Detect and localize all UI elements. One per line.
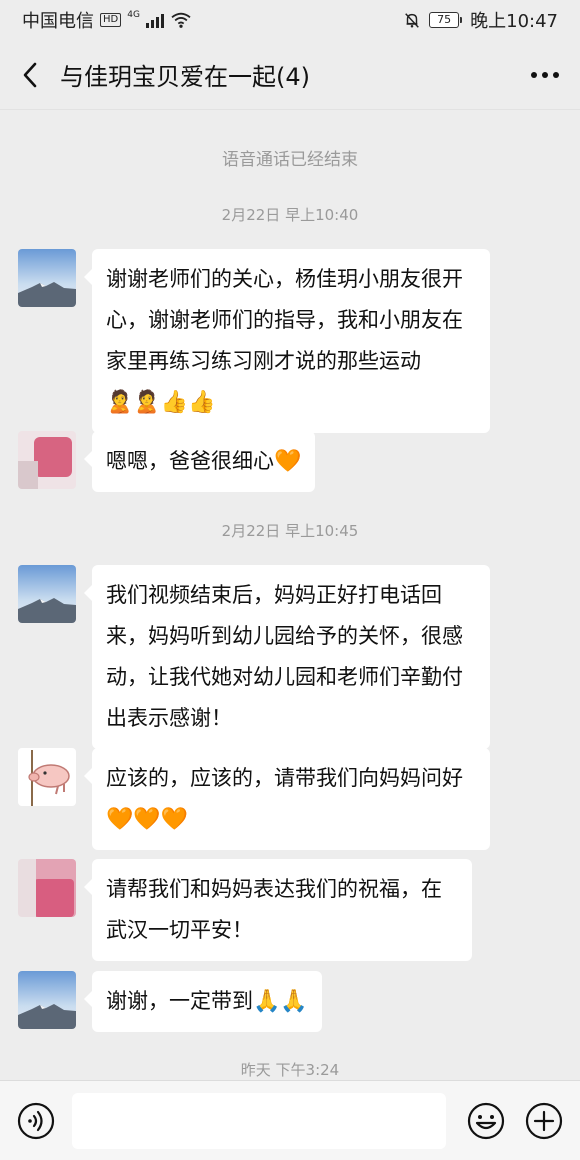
heart-emoji: 🧡: [274, 449, 302, 474]
message-text: 嗯嗯，爸爸很细心: [106, 449, 274, 473]
battery-icon: 75: [429, 12, 463, 28]
voice-icon: [17, 1102, 55, 1139]
more-button[interactable]: [510, 40, 580, 110]
message-bubble[interactable]: 请帮我们和妈妈表达我们的祝福，在武汉一切平安！: [84, 859, 472, 961]
pray-emoji-sequence: 🙏🙏: [253, 989, 308, 1014]
avatar[interactable]: [18, 748, 76, 806]
carrier-label: 中国电信: [22, 11, 94, 32]
message-text: 请帮我们和妈妈表达我们的祝福，在武汉一切平安！: [106, 877, 442, 942]
mute-bell-icon: [405, 13, 419, 28]
message-item: 我们视频结束后，妈妈正好打电话回来，妈妈听到幼儿园给予的关怀，很感动，让我代她对…: [18, 565, 498, 749]
timestamp: 2月22日 早上10:45: [221, 522, 359, 540]
chat-header: 与佳玥宝贝爱在一起(4): [0, 40, 580, 110]
plus-button[interactable]: [522, 1099, 566, 1143]
back-button[interactable]: [0, 40, 60, 110]
wifi-icon: [171, 12, 191, 28]
message-item: 谢谢，一定带到🙏🙏: [18, 971, 322, 1032]
voice-button[interactable]: [14, 1099, 58, 1143]
system-notice: 语音通话已经结束: [222, 150, 358, 170]
avatar[interactable]: [18, 249, 76, 307]
plus-icon: [525, 1102, 563, 1139]
message-text: 我们视频结束后，妈妈正好打电话回来，妈妈听到幼儿园给予的关怀，很感动，让我代她对…: [106, 583, 463, 730]
emoji-icon: [467, 1102, 505, 1139]
clock: 晚上10:47: [470, 11, 558, 32]
message-bubble[interactable]: 应该的，应该的，请带我们向妈妈问好 🧡🧡🧡: [84, 748, 490, 850]
signal-icon: [145, 12, 164, 28]
avatar[interactable]: [18, 971, 76, 1029]
emoji-sequence: 🙎🙎👍👍: [106, 390, 216, 415]
timestamp: 2月22日 早上10:40: [221, 206, 359, 224]
message-input[interactable]: [72, 1092, 446, 1149]
message-bubble[interactable]: 嗯嗯，爸爸很细心🧡: [83, 431, 316, 492]
emoji-button[interactable]: [464, 1099, 508, 1143]
avatar[interactable]: [18, 431, 76, 489]
input-bar: [0, 1080, 580, 1160]
status-bar: 中国电信 HD 4G 75 晚上10:47: [0, 0, 580, 40]
message-bubble[interactable]: 我们视频结束后，妈妈正好打电话回来，妈妈听到幼儿园给予的关怀，很感动，让我代她对…: [84, 565, 490, 749]
message-text: 谢谢，一定带到: [106, 989, 253, 1013]
message-item: 请帮我们和妈妈表达我们的祝福，在武汉一切平安！: [18, 859, 472, 961]
hd-icon: HD: [100, 13, 122, 27]
heart-emoji-sequence: 🧡🧡🧡: [106, 807, 189, 832]
chevron-left-icon: [23, 62, 37, 87]
avatar[interactable]: [18, 565, 76, 623]
ellipsis-icon: [531, 71, 559, 78]
message-item: 嗯嗯，爸爸很细心🧡: [18, 431, 316, 492]
timestamp: 昨天 下午3:24: [240, 1061, 340, 1079]
message-list[interactable]: 语音通话已经结束 2月22日 早上10:40 谢谢老师们的关心，杨佳玥小朋友很开…: [0, 111, 580, 1080]
message-bubble[interactable]: 谢谢，一定带到🙏🙏: [84, 971, 322, 1032]
avatar[interactable]: [18, 859, 76, 917]
message-text: 应该的，应该的，请带我们向妈妈问好: [106, 766, 463, 790]
battery-level: 75: [429, 12, 460, 28]
network-type-label: 4G: [127, 10, 140, 20]
message-item: 谢谢老师们的关心，杨佳玥小朋友很开心，谢谢老师们的指导，我和小朋友在家里再练习练…: [18, 249, 498, 433]
message-text: 谢谢老师们的关心，杨佳玥小朋友很开心，谢谢老师们的指导，我和小朋友在家里再练习练…: [106, 267, 463, 373]
chat-title: 与佳玥宝贝爱在一起(4): [60, 63, 310, 91]
message-item: 应该的，应该的，请带我们向妈妈问好 🧡🧡🧡: [18, 748, 498, 850]
message-bubble[interactable]: 谢谢老师们的关心，杨佳玥小朋友很开心，谢谢老师们的指导，我和小朋友在家里再练习练…: [84, 249, 490, 433]
